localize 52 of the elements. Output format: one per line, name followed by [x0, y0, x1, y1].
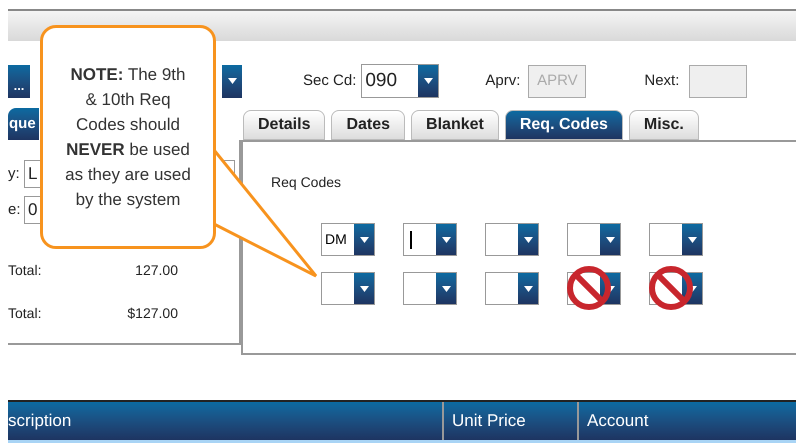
caret-icon	[360, 236, 368, 242]
dropdown-arrow-button[interactable]	[436, 273, 456, 304]
total-label: Total:	[8, 304, 42, 323]
caret-icon	[524, 236, 532, 242]
field-label: Next:	[644, 70, 680, 91]
total-value: $127.00	[126, 304, 178, 323]
total-value: 127.00	[134, 261, 178, 280]
code-dropdown[interactable]	[321, 272, 375, 305]
dropdown-arrow-button[interactable]	[354, 224, 374, 255]
field-label: Sec Cd:	[303, 70, 356, 91]
column-header[interactable]: scription	[8, 402, 442, 440]
code-dropdown[interactable]: DM	[321, 223, 375, 256]
caret-icon	[360, 286, 368, 292]
caret-icon	[424, 78, 433, 84]
tab[interactable]: Req. Codes	[504, 110, 623, 140]
dropdown-arrow-button[interactable]	[418, 65, 438, 97]
dropdown-arrow-button[interactable]	[600, 224, 620, 255]
code-dropdown[interactable]	[485, 272, 539, 305]
caret-icon	[442, 286, 450, 292]
caret-icon	[228, 78, 236, 84]
dropdown-arrow-button[interactable]	[682, 224, 702, 255]
tab[interactable]: Misc.	[628, 110, 699, 140]
forbidden-icon	[647, 264, 695, 312]
tab[interactable]: que	[8, 108, 39, 140]
dropdown-arrow-button[interactable]	[354, 273, 374, 304]
section-title: Req Codes	[271, 173, 342, 192]
field-label: e:	[8, 200, 22, 220]
tab[interactable]: Details	[243, 110, 326, 140]
caret-icon	[688, 236, 696, 242]
field-label: Aprv:	[485, 70, 520, 91]
dropdown-arrow-button[interactable]	[518, 273, 538, 304]
dropdown-arrow-button[interactable]	[222, 64, 242, 98]
code-value: DM	[325, 230, 347, 249]
dropdown-arrow-button[interactable]	[436, 224, 456, 255]
next-field[interactable]	[689, 64, 748, 98]
forbidden-icon	[565, 264, 613, 312]
field-label: y:	[8, 164, 21, 184]
code-dropdown[interactable]	[649, 223, 703, 256]
dropdown-arrow-button[interactable]	[518, 224, 538, 255]
caret-icon	[524, 286, 532, 292]
total-label: Total:	[8, 261, 42, 280]
code-dropdown[interactable]	[485, 223, 539, 256]
tab[interactable]: Dates	[331, 110, 406, 140]
caret-icon	[442, 236, 450, 242]
tab[interactable]: Blanket	[411, 110, 499, 140]
caret-icon	[606, 236, 614, 242]
sec-cd-dropdown[interactable]: 090	[361, 64, 440, 98]
lookup-button[interactable]: ...	[8, 64, 30, 98]
code-dropdown[interactable]	[403, 272, 457, 305]
code-dropdown[interactable]	[403, 223, 457, 256]
text-cursor	[410, 230, 412, 248]
code-dropdown[interactable]	[567, 223, 621, 256]
